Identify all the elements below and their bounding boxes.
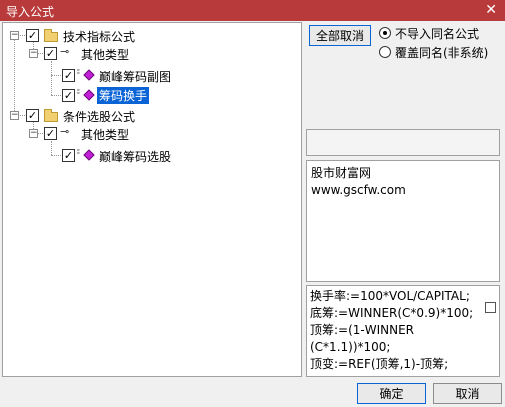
folder-icon <box>44 29 58 42</box>
status-field <box>306 129 500 156</box>
formula-icon <box>83 149 95 161</box>
tree-item-selected[interactable]: ✓ ⦂ 筹码换手 <box>3 87 303 104</box>
formula-icon <box>83 89 95 101</box>
tree-item-label: 巅峰筹码选股 <box>99 150 172 164</box>
cancel-all-button[interactable]: 全部取消 <box>309 25 371 46</box>
formula-text: 换手率:=100*VOL/CAPITAL; 底筹:=WINNER(C*0.9)*… <box>310 288 474 373</box>
subgroup-checkbox[interactable]: ✓ <box>44 47 57 60</box>
key-icon: ⊸ <box>60 45 70 58</box>
formula-line: 顶变:=REF(顶筹,1)-顶筹; <box>310 357 449 371</box>
collapse-icon[interactable]: − <box>29 49 38 58</box>
info-box: 股市财富网 www.gscfw.com <box>306 160 500 282</box>
radio-overwrite[interactable] <box>379 46 391 58</box>
tree-subgroup-label: 其他类型 <box>81 128 130 142</box>
formula-line: 顶筹:=(1-WINNER <box>310 323 415 337</box>
formula-line: 底筹:=WINNER(C*0.9)*100; <box>310 306 474 320</box>
formula-link-icon: ⦂ <box>77 87 80 97</box>
collapse-icon[interactable]: − <box>29 129 38 138</box>
formula-link-icon: ⦂ <box>77 67 80 77</box>
item-checkbox[interactable]: ✓ <box>62 89 75 102</box>
tree-item-label: 筹码换手 <box>97 87 150 104</box>
item-checkbox[interactable]: ✓ <box>62 149 75 162</box>
key-icon: ⊸ <box>60 125 70 138</box>
formula-tree[interactable]: − ✓ 技术指标公式 − ✓ ⊸ 其他类型 ✓ ⦂ 巅峰筹码副图 ✓ ⦂ 筹码换… <box>2 22 302 377</box>
formula-line: 换手率:=100*VOL/CAPITAL; <box>310 289 470 303</box>
cancel-button[interactable]: 取消 <box>433 383 502 404</box>
tree-group-label: 技术指标公式 <box>63 30 136 44</box>
window-title: 导入公式 <box>6 5 55 19</box>
formula-link-icon: ⦂ <box>77 147 80 157</box>
tree-item[interactable]: ✓ ⦂ 巅峰筹码副图 <box>3 67 303 84</box>
info-site-url: www.gscfw.com <box>311 183 406 197</box>
ok-button[interactable]: 确定 <box>357 383 426 404</box>
formula-icon <box>83 69 95 81</box>
tree-group-label: 条件选股公式 <box>63 110 136 124</box>
collapse-icon[interactable]: − <box>10 111 19 120</box>
tree-subgroup-other[interactable]: − ✓ ⊸ 其他类型 <box>3 125 303 142</box>
tree-subgroup-label: 其他类型 <box>81 48 130 62</box>
tree-group-screening[interactable]: − ✓ 条件选股公式 <box>3 107 303 124</box>
tree-group-technical[interactable]: − ✓ 技术指标公式 <box>3 27 303 44</box>
subgroup-checkbox[interactable]: ✓ <box>44 127 57 140</box>
formula-line: (C*1.1))*100; <box>310 340 391 354</box>
radio-overwrite-label[interactable]: 覆盖同名(非系统) <box>395 44 488 61</box>
formula-checkbox[interactable] <box>485 302 496 313</box>
collapse-icon[interactable]: − <box>10 31 19 40</box>
tree-subgroup-other[interactable]: − ✓ ⊸ 其他类型 <box>3 45 303 62</box>
close-icon[interactable]: ✕ <box>485 2 497 18</box>
tree-item[interactable]: ✓ ⦂ 巅峰筹码选股 <box>3 147 303 164</box>
radio-no-import-label[interactable]: 不导入同名公式 <box>395 25 479 42</box>
folder-icon <box>44 109 58 122</box>
item-checkbox[interactable]: ✓ <box>62 69 75 82</box>
radio-no-import[interactable] <box>379 27 391 39</box>
group-checkbox[interactable]: ✓ <box>26 29 39 42</box>
title-bar: 导入公式 ✕ <box>0 0 505 21</box>
tree-item-label: 巅峰筹码副图 <box>99 70 172 84</box>
group-checkbox[interactable]: ✓ <box>26 109 39 122</box>
info-site-name: 股市财富网 <box>311 166 372 180</box>
